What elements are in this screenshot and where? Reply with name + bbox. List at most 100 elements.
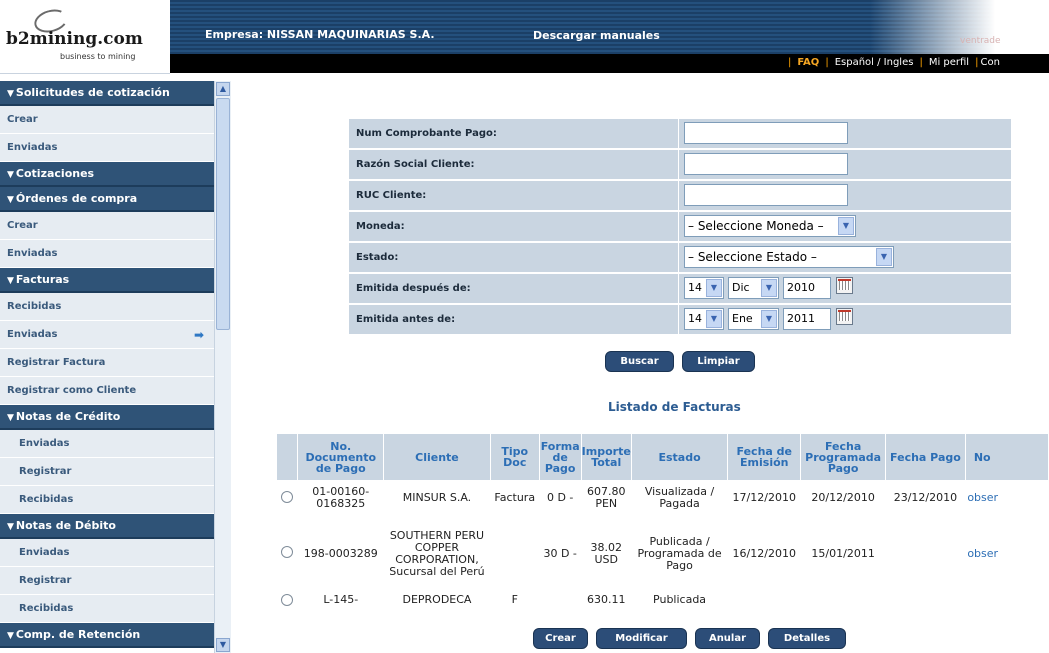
ruc-label: RUC Cliente: — [349, 181, 678, 210]
buscar-button[interactable]: Buscar — [605, 351, 674, 372]
crear-button[interactable]: Crear — [533, 628, 588, 649]
sidebar-item-registrar-nd[interactable]: Registrar — [0, 567, 214, 595]
limpiar-button[interactable]: Limpiar — [682, 351, 755, 372]
chevron-down-icon: ▼ — [761, 310, 777, 328]
sidebar-item-enviadas-nd[interactable]: Enviadas — [0, 539, 214, 567]
ruc-input[interactable] — [684, 184, 848, 206]
cell-importe: 38.02 USD — [590, 540, 622, 566]
triangle-down-icon: ▼ — [7, 413, 14, 423]
table-header-row: No. Documento de Pago Cliente Tipo Doc F… — [277, 434, 1049, 480]
despues-year-input[interactable]: 2010 — [783, 277, 831, 299]
logo[interactable]: b2mining.com business to mining — [0, 0, 170, 74]
row-radio[interactable] — [281, 594, 294, 606]
cell-doc: 01-00160-0168325 — [312, 485, 370, 510]
table-row[interactable]: L-145- DEPRODECA F 630.11 Publicada — [277, 591, 1049, 624]
cell-tipo — [490, 516, 539, 591]
table-row[interactable]: 01-00160-0168325 MINSUR S.A. Factura 0 D… — [277, 480, 1049, 516]
sidebar-section-notas-credito[interactable]: ▼ Notas de Crédito — [0, 405, 214, 430]
language-link[interactable]: Español / Ingles — [829, 57, 920, 68]
ventrade-logo: ventrade — [960, 36, 1001, 46]
num-comprobante-label: Num Comprobante Pago: — [349, 119, 678, 148]
sidebar-section-label: Comp. de Retención — [15, 628, 141, 641]
sidebar-section-facturas[interactable]: ▼ Facturas — [0, 268, 214, 293]
con-link[interactable]: Con — [978, 57, 999, 68]
sidebar-scrollbar[interactable]: ▲ ▼ — [214, 81, 231, 653]
modificar-button[interactable]: Modificar — [596, 628, 687, 649]
moneda-select[interactable]: – Seleccione Moneda – ▼ — [684, 215, 856, 237]
sidebar-item-crear-orden[interactable]: Crear — [0, 212, 214, 240]
estado-select[interactable]: – Seleccione Estado – ▼ — [684, 246, 894, 268]
triangle-down-icon: ▼ — [7, 631, 14, 641]
sidebar-item-enviadas-factura[interactable]: Enviadas ➡ — [0, 321, 214, 349]
sidebar-section-label: Órdenes de compra — [15, 192, 138, 205]
sidebar-item-enviadas-nc[interactable]: Enviadas — [0, 430, 214, 458]
scroll-thumb[interactable] — [216, 98, 230, 330]
sidebar-item-registrar-factura[interactable]: Registrar Factura — [0, 349, 214, 377]
num-comprobante-input[interactable] — [684, 122, 848, 144]
cell-programada: 20/12/2010 — [811, 491, 875, 504]
antes-day-select[interactable]: 14 ▼ — [684, 308, 724, 330]
cell-emision: 16/12/2010 — [732, 546, 796, 560]
triangle-down-icon: ▼ — [7, 89, 14, 99]
day-value: 14 — [688, 281, 702, 294]
cell-emision — [728, 591, 801, 624]
sidebar-section-solicitudes[interactable]: ▼ Solicitudes de cotización — [0, 81, 214, 106]
profile-link[interactable]: Mi perfil — [923, 57, 975, 68]
sidebar-section-notas-debito[interactable]: ▼ Notas de Débito — [0, 514, 214, 539]
sidebar-item-recibidas-nc[interactable]: Recibidas — [0, 486, 214, 514]
cell-pago — [886, 591, 966, 624]
sidebar: ▼ Solicitudes de cotización Crear Enviada… — [0, 81, 214, 653]
anular-button[interactable]: Anular — [695, 628, 760, 649]
antes-month-select[interactable]: Ene ▼ — [728, 308, 779, 330]
column-header[interactable]: Fecha Programada Pago — [800, 434, 887, 480]
despues-day-select[interactable]: 14 ▼ — [684, 277, 724, 299]
day-value: 14 — [688, 312, 702, 325]
sidebar-item-crear-solicitud[interactable]: Crear — [0, 106, 214, 134]
table-row[interactable]: 198-0003289 SOUTHERN PERU COPPER CORPORA… — [277, 516, 1049, 591]
sidebar-item-enviadas-solicitud[interactable]: Enviadas — [0, 134, 214, 162]
cell-observaciones-link[interactable]: obser — [965, 480, 1048, 516]
cell-cliente: DEPRODECA — [402, 593, 472, 606]
sidebar-item-recibidas-factura[interactable]: Recibidas — [0, 293, 214, 321]
download-manuals-link[interactable]: Descargar manuales — [533, 29, 660, 42]
sidebar-section-ordenes[interactable]: ▼ Órdenes de compra — [0, 187, 214, 212]
sidebar-section-retencion[interactable]: ▼ Comp. de Retención — [0, 623, 214, 648]
despues-month-select[interactable]: Dic ▼ — [728, 277, 779, 299]
cell-doc: L-145- — [323, 593, 359, 606]
cell-tipo: F — [511, 593, 518, 606]
list-title: Listado de Facturas — [608, 400, 741, 414]
header: b2mining.com business to mining Empresa:… — [0, 0, 1049, 74]
cell-observaciones-link[interactable]: obser — [965, 516, 1048, 591]
column-header[interactable]: Fecha Pago — [885, 434, 966, 480]
razon-social-input[interactable] — [684, 153, 848, 175]
column-header[interactable]: Estado — [631, 434, 729, 480]
cell-pago: 23/12/2010 — [893, 491, 958, 504]
calendar-icon[interactable] — [836, 308, 853, 325]
top-links: | FAQ | Español / Ingles | Mi perfil | Con — [788, 57, 1000, 68]
sidebar-item-recibidas-nd[interactable]: Recibidas — [0, 595, 214, 623]
antes-year-input[interactable]: 2011 — [783, 308, 831, 330]
column-header[interactable]: No — [965, 434, 1049, 480]
column-header[interactable]: Forma de Pago — [539, 434, 582, 480]
column-header[interactable]: Importe Total — [581, 434, 632, 480]
scroll-up-icon[interactable]: ▲ — [216, 82, 230, 96]
row-radio[interactable] — [281, 490, 294, 503]
column-header[interactable]: Tipo Doc — [490, 434, 540, 480]
cell-estado: Publicada / Programada de Pago — [637, 534, 722, 572]
sidebar-item-registrar-cliente[interactable]: Registrar como Cliente — [0, 377, 214, 405]
scroll-down-icon[interactable]: ▼ — [216, 638, 230, 652]
detalles-button[interactable]: Detalles — [768, 628, 846, 649]
moneda-value: – Seleccione Moneda – — [688, 219, 824, 233]
calendar-icon[interactable] — [836, 277, 853, 294]
sidebar-item-registrar-nc[interactable]: Registrar — [0, 458, 214, 486]
cell-observaciones-link[interactable] — [965, 591, 1048, 624]
column-header[interactable]: Cliente — [383, 434, 491, 480]
row-radio[interactable] — [281, 546, 294, 558]
triangle-down-icon: ▼ — [7, 522, 14, 532]
faq-link[interactable]: FAQ — [791, 57, 825, 68]
emitida-despues-label: Emitida después de: — [349, 274, 678, 303]
column-header[interactable]: Fecha de Emisión — [727, 434, 802, 480]
sidebar-section-cotizaciones[interactable]: ▼ Cotizaciones — [0, 162, 214, 187]
sidebar-item-enviadas-orden[interactable]: Enviadas — [0, 240, 214, 268]
column-header[interactable]: No. Documento de Pago — [297, 434, 385, 480]
